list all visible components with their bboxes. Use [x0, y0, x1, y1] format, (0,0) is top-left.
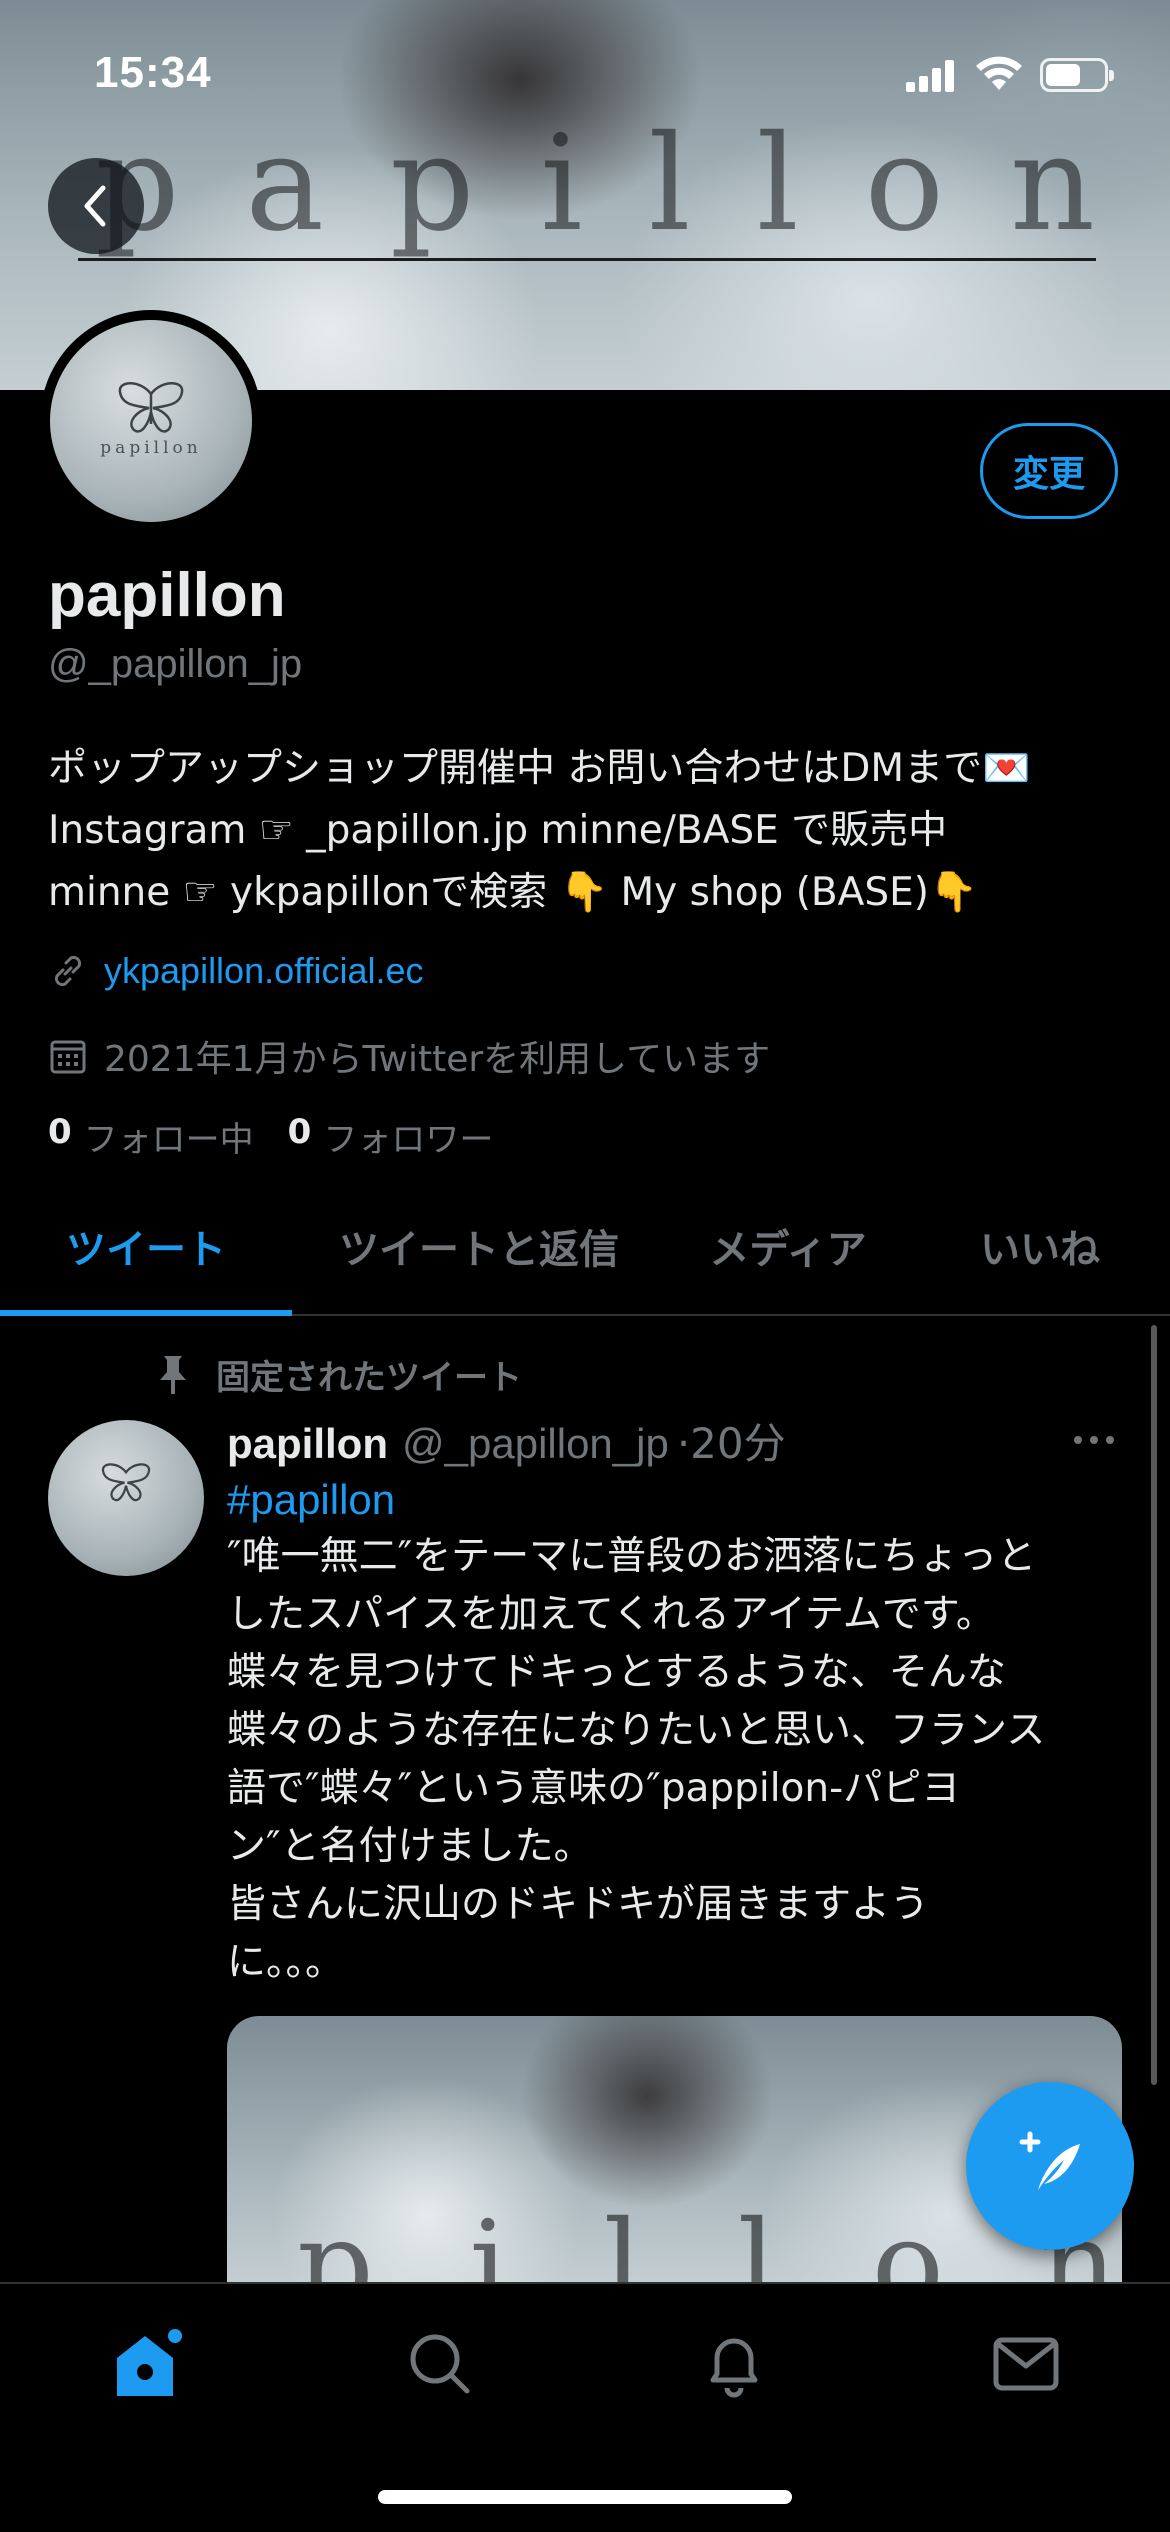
- compose-tweet-button[interactable]: [966, 2082, 1134, 2250]
- tweet-line: ″唯一無二″をテーマに普段のお洒落にちょっと: [227, 1534, 1037, 1579]
- home-icon: [117, 2329, 182, 2396]
- chevron-left-icon: [84, 185, 106, 227]
- tweet-line: 蝶々を見つけてドキっとするような、そんな: [227, 1650, 1006, 1695]
- link-icon: [54, 955, 82, 987]
- nav-messages[interactable]: [976, 2324, 1076, 2404]
- banner-underline: [78, 258, 1096, 261]
- tweet-line: に。。。: [227, 1940, 345, 1985]
- tweet-time: ·20分: [676, 1419, 786, 1468]
- tab-media[interactable]: メディア: [666, 1178, 910, 1314]
- bio-line: Instagram ☞ _papillon.jp minne/BASE で販売中: [48, 808, 948, 853]
- tweet-author-avatar[interactable]: [48, 1420, 204, 1576]
- home-indicator[interactable]: [378, 2490, 792, 2504]
- media-letter: o: [871, 2196, 944, 2287]
- tweet-line: ン″と名付けました。: [227, 1824, 593, 1869]
- tweet-hashtag[interactable]: #papillon: [227, 1476, 395, 1524]
- tab-tweets[interactable]: ツイート: [0, 1178, 292, 1316]
- followers-stat[interactable]: 0 フォロワー: [288, 1112, 494, 1161]
- tab-tweets-and-replies[interactable]: ツイートと返信: [292, 1178, 666, 1314]
- profile-tabs: ツイート ツイートと返信 メディア いいね: [0, 1178, 1170, 1316]
- media-letter: p: [297, 2196, 374, 2287]
- search-icon: [410, 2334, 470, 2394]
- more-horizontal-icon[interactable]: [1070, 1430, 1118, 1450]
- tweet-line: 語で″蝶々″という意味の″pappilon-パピヨ: [227, 1766, 961, 1811]
- follow-stats: 0 フォロー中 0 フォロワー: [48, 1112, 527, 1161]
- pinned-indicator: 固定されたツイート: [150, 1350, 522, 1399]
- cellular-signal-icon: [906, 60, 956, 92]
- pinned-label: 固定されたツイート: [216, 1358, 522, 1398]
- compose-feather-icon: [1019, 2131, 1080, 2190]
- tweet-header: papillon @_papillon_jp ·20分: [227, 1410, 786, 1471]
- media-letter: l: [603, 2196, 642, 2287]
- profile-bio: ポップアップショップ開催中 お問い合わせはDMまで💌 Instagram ☞ _…: [48, 738, 1138, 924]
- tweet-author-handle: @_papillon_jp: [402, 1420, 669, 1467]
- profile-joined-row: 2021年1月からTwitterを利用しています: [48, 1030, 770, 1082]
- bio-line: ポップアップショップ開催中 お問い合わせはDMまで💌: [48, 746, 1031, 791]
- butterfly-icon: [118, 382, 184, 433]
- calendar-icon: [50, 1040, 86, 1074]
- back-button[interactable]: [48, 158, 144, 254]
- followers-count: 0: [287, 1112, 312, 1152]
- following-count: 0: [48, 1112, 72, 1152]
- profile-name: papillon: [48, 561, 286, 630]
- pin-icon: [160, 1355, 186, 1394]
- followers-label: フォロワー: [323, 1120, 494, 1160]
- tweet-line: 蝶々のような存在になりたいと思い、フランス: [227, 1708, 1046, 1753]
- profile-handle: @_papillon_jp: [48, 642, 303, 686]
- messages-icon: [993, 2337, 1059, 2391]
- joined-date: 2021年1月からTwitterを利用しています: [104, 1039, 771, 1080]
- profile-website-link[interactable]: ykpapillon.official.ec: [104, 950, 424, 992]
- tab-likes[interactable]: いいね: [910, 1178, 1170, 1314]
- wifi-icon: [976, 56, 1022, 90]
- notifications-icon: [710, 2338, 758, 2398]
- status-time: 15:34: [94, 48, 212, 97]
- nav-home[interactable]: [96, 2324, 196, 2404]
- bio-line: minne ☞ ykpapillonで検索 👇 My shop (BASE)👇: [48, 870, 978, 915]
- scrollbar[interactable]: [1151, 1325, 1157, 2085]
- tweet-text: ″唯一無二″をテーマに普段のお洒落にちょっと したスパイスを加えてくれるアイテム…: [227, 1528, 1127, 1992]
- tweet-line: したスパイスを加えてくれるアイテムです。: [227, 1592, 995, 1637]
- following-label: フォロー中: [83, 1120, 254, 1160]
- following-stat[interactable]: 0 フォロー中: [48, 1112, 254, 1161]
- avatar-image: papillon: [50, 320, 252, 522]
- media-letter: l: [737, 2196, 777, 2287]
- profile-avatar[interactable]: papillon: [40, 310, 262, 532]
- nav-notifications[interactable]: [684, 2324, 784, 2404]
- battery-icon: [1040, 58, 1114, 92]
- status-bar: 15:34: [0, 0, 1170, 140]
- media-letter: i: [469, 2196, 508, 2287]
- tweet-line: 皆さんに沢山のドキドキが届きますよう: [227, 1882, 930, 1927]
- tweet-author-name[interactable]: papillon: [227, 1420, 388, 1468]
- edit-profile-button[interactable]: 変更: [980, 423, 1118, 519]
- profile-link-row: ykpapillon.official.ec: [48, 950, 424, 992]
- butterfly-icon: [101, 1463, 151, 1502]
- avatar-caption: papillon: [100, 438, 202, 458]
- nav-search[interactable]: [390, 2324, 490, 2404]
